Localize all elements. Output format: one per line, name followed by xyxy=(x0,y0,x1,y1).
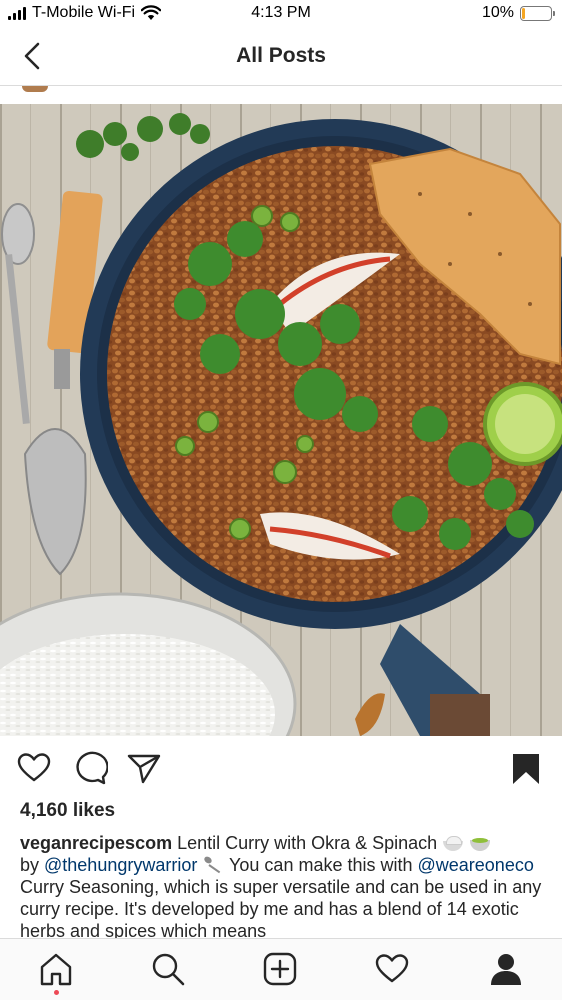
paper-plane-icon xyxy=(127,754,161,784)
caption-text: Lentil Curry with Okra & Spinach xyxy=(172,833,443,853)
home-icon xyxy=(40,953,72,986)
status-time: 4:13 PM xyxy=(251,4,311,21)
tab-new-post[interactable] xyxy=(262,951,298,987)
heart-icon xyxy=(17,753,51,782)
battery-level-fill xyxy=(522,7,525,19)
spoon-emoji-icon xyxy=(202,856,224,874)
status-bar: T-Mobile Wi-Fi 4:13 PM 10% xyxy=(0,0,562,28)
tab-search[interactable] xyxy=(150,951,186,987)
caption-mention[interactable]: @thehungrywarrior xyxy=(44,855,197,875)
bookmark-filled-icon xyxy=(513,754,539,784)
profile-icon xyxy=(491,954,521,985)
status-right: 10% xyxy=(481,4,555,22)
curry-emoji-icon xyxy=(469,835,491,851)
notification-dot xyxy=(54,990,59,995)
lentil-curry-photo xyxy=(0,104,562,736)
like-button[interactable] xyxy=(16,750,52,786)
tab-bar xyxy=(0,938,562,1000)
new-post-icon xyxy=(263,952,297,986)
post-image[interactable] xyxy=(0,104,562,736)
post-actions xyxy=(0,744,562,792)
comment-icon xyxy=(76,751,109,785)
page-title: All Posts xyxy=(236,44,326,67)
header: All Posts xyxy=(0,28,562,86)
tab-home[interactable] xyxy=(38,951,74,987)
tab-profile[interactable] xyxy=(488,951,524,987)
tab-activity[interactable] xyxy=(374,951,410,987)
comment-button[interactable] xyxy=(72,750,109,786)
caption-text: You can make this with xyxy=(224,855,418,875)
battery-percent: 10% xyxy=(481,4,514,21)
battery-icon xyxy=(520,5,555,21)
rice-bowl-emoji-icon xyxy=(442,835,464,851)
search-icon xyxy=(152,953,185,986)
caption-mention[interactable]: @weareoneco xyxy=(418,855,534,875)
likes-count[interactable]: 4,160 likes xyxy=(20,800,115,822)
post-caption: veganrecipescom Lentil Curry with Okra &… xyxy=(20,832,550,938)
share-button[interactable] xyxy=(126,750,162,786)
avatar[interactable] xyxy=(22,86,48,92)
caption-username[interactable]: veganrecipescom xyxy=(20,833,172,853)
caption-by: by xyxy=(20,855,45,875)
caption-text: Curry Seasoning, which is super versatil… xyxy=(20,877,542,938)
save-button[interactable] xyxy=(508,750,544,786)
activity-heart-icon xyxy=(375,954,409,983)
